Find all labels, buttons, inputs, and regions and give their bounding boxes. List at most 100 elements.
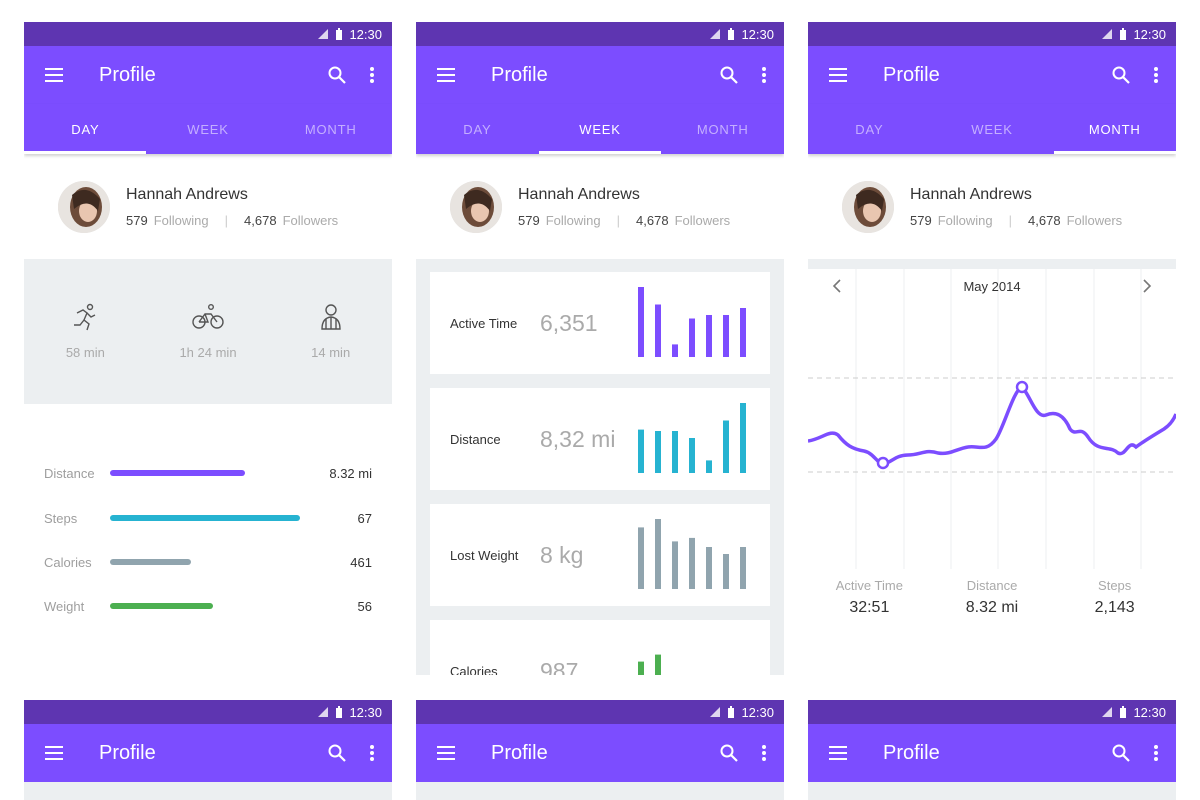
week-bar-chart (638, 654, 661, 675)
stat-card-lost-weight[interactable]: Lost Weight 8 kg (430, 504, 770, 606)
menu-icon[interactable] (418, 724, 474, 782)
week-bar (638, 661, 644, 675)
menu-icon[interactable] (810, 724, 866, 782)
more-vert-icon[interactable] (1154, 745, 1158, 761)
activity-cycling[interactable]: 1h 24 min (147, 259, 270, 404)
week-bar (672, 431, 678, 473)
more-vert-icon[interactable] (762, 745, 766, 761)
stat-card-active-time[interactable]: Active Time 6,351 (430, 272, 770, 374)
divider: | (616, 212, 621, 228)
week-bar (723, 315, 729, 357)
week-bar (706, 547, 712, 589)
running-icon (74, 303, 96, 331)
week-bar (638, 287, 644, 357)
chevron-left-icon[interactable] (832, 278, 842, 294)
more-vert-icon[interactable] (762, 67, 766, 83)
profile-name: Hannah Andrews (126, 185, 248, 203)
signal-icon (710, 29, 721, 39)
screen-bottom-1: 12:30 Profile (24, 700, 392, 800)
signal-icon (710, 707, 721, 717)
avatar[interactable] (450, 180, 502, 233)
month-line (808, 385, 1176, 466)
search-icon[interactable] (328, 744, 346, 762)
activity-badminton-value: 14 min (311, 345, 351, 360)
week-bar (655, 431, 661, 473)
week-bar (672, 541, 678, 589)
app-title: Profile (883, 741, 940, 764)
tab-day[interactable]: DAY (24, 104, 147, 154)
followers-label: Followers (282, 212, 339, 228)
status-time: 12:30 (349, 704, 382, 720)
stat-card-calories[interactable]: Calories 987 (430, 620, 770, 675)
tab-day[interactable]: DAY (808, 104, 931, 154)
activity-running[interactable]: 58 min (24, 259, 147, 404)
summary-active-time: Active Time 32:51 (808, 578, 931, 617)
app-title: Profile (491, 63, 548, 86)
summary-value: 8.32 mi (965, 599, 1019, 616)
signal-icon (318, 29, 329, 39)
divider: | (1008, 212, 1013, 228)
tab-month[interactable]: MONTH (269, 104, 392, 154)
activity-running-value: 58 min (65, 345, 105, 360)
card-value: 8,32 mi (540, 425, 616, 452)
metric-label: Calories (44, 554, 92, 570)
tab-week[interactable]: WEEK (931, 104, 1054, 154)
battery-icon (1120, 706, 1127, 718)
menu-icon[interactable] (26, 724, 82, 782)
menu-icon[interactable] (418, 46, 474, 104)
metric-label: Distance (44, 465, 95, 481)
card-label: Active Time (450, 315, 518, 331)
search-icon[interactable] (1112, 744, 1130, 762)
app-title: Profile (491, 741, 548, 764)
week-bar (706, 460, 712, 473)
chevron-right-icon[interactable] (1142, 278, 1152, 294)
month-summary: Active Time 32:51 Distance 8.32 mi Steps… (808, 578, 1176, 617)
app-bar: Profile (416, 46, 784, 104)
battery-icon (336, 706, 343, 718)
following-label: Following (153, 212, 209, 228)
avatar[interactable] (58, 180, 110, 233)
tab-month[interactable]: MONTH (661, 104, 784, 154)
metric-bar (110, 559, 192, 565)
menu-icon[interactable] (26, 46, 82, 104)
search-icon[interactable] (720, 744, 738, 762)
metric-label: Steps (44, 510, 78, 526)
more-vert-icon[interactable] (370, 67, 374, 83)
following-label: Following (937, 212, 993, 228)
summary-value: 32:51 (849, 599, 890, 616)
followers-label: Followers (674, 212, 731, 228)
avatar[interactable] (842, 180, 894, 233)
status-time: 12:30 (741, 26, 774, 42)
metric-calories: Calories 461 (44, 552, 372, 572)
app-title: Profile (883, 63, 940, 86)
profile-header: Hannah Andrews 579 Following | 4,678 Fol… (808, 154, 1176, 259)
status-time: 12:30 (1133, 26, 1166, 42)
profile-header: Hannah Andrews 579 Following | 4,678 Fol… (416, 154, 784, 259)
search-icon[interactable] (720, 66, 738, 84)
chart-point-low (876, 456, 890, 470)
tab-week[interactable]: WEEK (539, 104, 662, 154)
search-icon[interactable] (328, 66, 346, 84)
tab-week[interactable]: WEEK (147, 104, 270, 154)
tab-bar: DAY WEEK MONTH (416, 104, 784, 154)
following-count: 579 (518, 212, 540, 228)
search-icon[interactable] (1112, 66, 1130, 84)
more-vert-icon[interactable] (1154, 67, 1158, 83)
activity-badminton[interactable]: 14 min (269, 259, 392, 404)
battery-icon (336, 28, 343, 40)
tab-month[interactable]: MONTH (1053, 104, 1176, 154)
week-bar (689, 318, 695, 357)
stat-card-distance[interactable]: Distance 8,32 mi (430, 388, 770, 490)
week-bar (638, 429, 644, 473)
more-vert-icon[interactable] (370, 745, 374, 761)
badminton-icon (320, 304, 341, 330)
metric-value: 67 (357, 510, 372, 526)
week-bar-chart (638, 519, 746, 589)
divider: | (224, 212, 229, 228)
menu-icon[interactable] (810, 46, 866, 104)
tab-day[interactable]: DAY (416, 104, 539, 154)
status-time: 12:30 (349, 26, 382, 42)
metric-distance: Distance 8.32 mi (44, 463, 372, 483)
metric-bar (110, 603, 213, 609)
week-bar (655, 654, 661, 675)
